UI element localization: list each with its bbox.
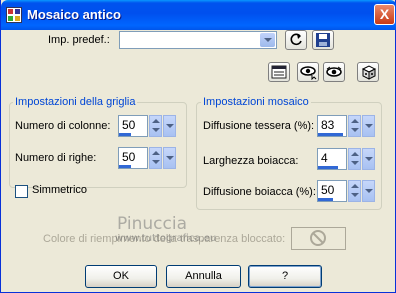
grout-width-level-bar (318, 166, 338, 169)
grout-diffusion-label: Diffusione boiacca (%): (203, 186, 316, 198)
watermark-name: Pinuccia (117, 214, 187, 234)
symmetric-checkbox[interactable] (15, 185, 28, 198)
proof-window-button[interactable] (268, 62, 290, 82)
grout-diffusion-level-bar (318, 198, 333, 201)
auto-proof-button[interactable] (297, 62, 319, 82)
tile-diffusion-level-bar (318, 133, 343, 136)
columns-level-bar (119, 133, 131, 136)
grout-color-swatch (291, 227, 346, 250)
chevron-down-icon[interactable] (260, 33, 275, 47)
symmetric-label: Simmetrico (32, 184, 88, 196)
grout-width-dropdown[interactable] (362, 148, 375, 170)
eye-auto-proof-icon (300, 66, 317, 80)
grout-diffusion-up-down[interactable] (348, 180, 361, 202)
grid-settings-title: Impostazioni della griglia (13, 96, 138, 108)
watermark-url: www.tuttografica.eu (115, 233, 217, 244)
eye-proof-icon (326, 66, 342, 77)
dialog-window: Mosaico antico X Imp. predef.: Impostazi… (0, 0, 396, 293)
reset-button[interactable] (285, 30, 307, 50)
tile-diffusion-dropdown[interactable] (362, 115, 375, 137)
proof-window-icon (271, 65, 287, 79)
no-color-icon (310, 230, 326, 246)
grout-width-spinner[interactable]: 4 (317, 148, 375, 170)
ok-button[interactable]: OK (85, 265, 157, 288)
preset-label: Imp. predef.: (48, 34, 110, 46)
tile-diffusion-spinner[interactable]: 83 (317, 115, 375, 137)
columns-label: Numero di colonne: (15, 120, 111, 132)
columns-dropdown[interactable] (163, 115, 176, 137)
preset-combo[interactable] (119, 31, 277, 49)
reset-icon (290, 33, 302, 46)
app-mosaic-icon (6, 7, 22, 23)
cancel-button[interactable]: Annulla (166, 265, 241, 288)
randomize-dice-icon (361, 65, 376, 80)
help-button[interactable]: ? (248, 265, 322, 288)
rows-up-down[interactable] (149, 147, 162, 169)
rows-spinner[interactable]: 50 (118, 147, 176, 169)
randomize-button[interactable] (357, 62, 379, 82)
proof-button[interactable] (323, 62, 345, 82)
tile-diffusion-up-down[interactable] (348, 115, 361, 137)
save-preset-button[interactable] (312, 30, 334, 50)
mosaic-settings-title: Impostazioni mosaico (201, 96, 311, 108)
grout-diffusion-dropdown[interactable] (362, 180, 375, 202)
rows-level-bar (119, 165, 131, 168)
grout-diffusion-spinner[interactable]: 50 (317, 180, 375, 202)
rows-dropdown[interactable] (163, 147, 176, 169)
rows-label: Numero di righe: (15, 152, 97, 164)
grout-width-up-down[interactable] (348, 148, 361, 170)
close-button[interactable]: X (374, 4, 395, 25)
save-preset-icon (316, 33, 330, 47)
window-title: Mosaico antico (27, 7, 121, 22)
columns-spinner[interactable]: 50 (118, 115, 176, 137)
tile-diffusion-label: Diffusione tessera (%): (203, 120, 315, 132)
grout-width-label: Larghezza boiacca: (203, 155, 299, 167)
columns-up-down[interactable] (149, 115, 162, 137)
title-bar[interactable]: Mosaico antico X (1, 0, 396, 30)
